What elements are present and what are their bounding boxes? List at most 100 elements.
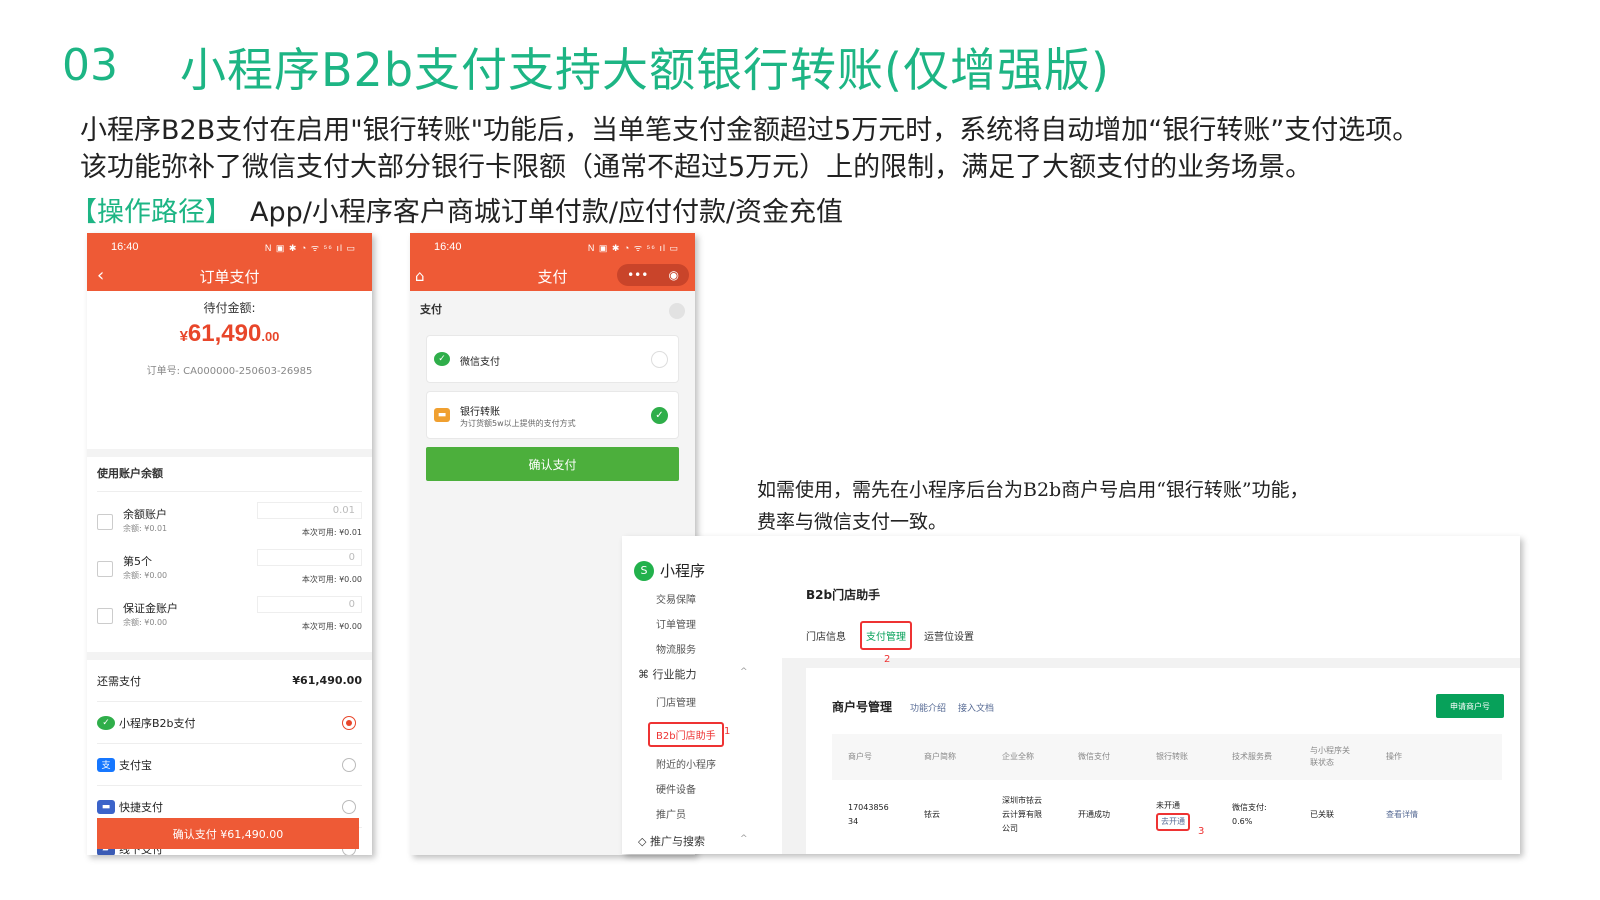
wechat-pay-status: 开通成功 — [1078, 810, 1110, 819]
sidebar-group-promotion[interactable]: ◇ 推广与搜索 — [638, 833, 705, 849]
account-available: 本次可用: ¥0.01 — [301, 528, 362, 537]
table-header: 商户号 商户简称 企业全称 微信支付 银行转账 技术服务费 与小程序关联状态 操… — [832, 734, 1502, 780]
phone1-header: 16:40 N ▣ ✱ ◔ ᯤ ⁵⁶ ıl ▭ ‹ 订单支付 — [87, 233, 372, 291]
column-header: 操作 — [1386, 752, 1402, 761]
operation-path-label: 【操作路径】 — [70, 197, 232, 228]
admin-logo-text: 小程序 — [660, 562, 706, 580]
account-checkbox[interactable] — [97, 514, 113, 530]
nav-bar: ⌂ 支付 ••• ◉ — [410, 261, 695, 291]
account-name: 余额账户 — [123, 508, 167, 521]
sidebar-group-industry[interactable]: ⌘ 行业能力 — [638, 666, 697, 682]
remaining-label: 还需支付 — [97, 674, 141, 688]
tab-payment-management[interactable]: 支付管理 — [860, 621, 912, 650]
usage-note-line-1: 如需使用，需先在小程序后台为B2b商户号启用“银行转账”功能， — [757, 479, 1309, 501]
account-amount-input[interactable]: 0 — [257, 596, 362, 613]
column-header: 微信支付 — [1078, 752, 1110, 761]
bank-transfer-status: 未开通 — [1156, 801, 1180, 810]
sheet-title: 支付 — [420, 303, 442, 316]
method-radio[interactable] — [342, 800, 356, 814]
payment-method-b2b[interactable]: ✓ 小程序B2b支付 — [97, 702, 362, 744]
operation-path: 【操作路径】 App/小程序客户商城订单付款/应付付款/资金充值 — [70, 190, 843, 229]
status-time: 16:40 — [111, 241, 139, 253]
payment-sheet: 支付 ✓ 微信支付 ▬ 银行转账 为订货额5w以上提供的支付方式 ✓ 确认支付 — [410, 291, 695, 491]
table-row: 17043856 34 铱云 深圳市铱云云计算有限公司 开通成功 未开通 去开通… — [832, 780, 1502, 850]
option-radio[interactable] — [651, 351, 668, 368]
column-header: 与小程序关联状态 — [1310, 746, 1350, 767]
admin-header: B2b门店助手 门店信息 支付管理 2 运营位设置 — [782, 536, 1520, 665]
account-amount-input[interactable]: 0.01 — [257, 502, 362, 519]
sidebar-item-nearby[interactable]: 附近的小程序 — [656, 756, 716, 771]
column-header: 技术服务费 — [1232, 752, 1272, 761]
sidebar-item-store-management[interactable]: 门店管理 — [656, 694, 696, 709]
view-details-link[interactable]: 查看详情 — [1386, 780, 1418, 850]
sidebar-item-orders[interactable]: 订单管理 — [656, 616, 696, 631]
account-balance: 余额: ¥0.00 — [123, 618, 168, 627]
capsule-menu: ••• ◉ — [617, 264, 689, 286]
status-bar: 16:40 N ▣ ✱ ◔ ᯤ ⁵⁶ ıl ▭ — [410, 233, 695, 261]
column-header: 银行转账 — [1156, 752, 1188, 761]
sidebar-item-trade-guarantee[interactable]: 交易保障 — [656, 591, 696, 606]
sidebar-item-logistics[interactable]: 物流服务 — [656, 641, 696, 656]
admin-logo: S 小程序 — [634, 560, 705, 581]
amount-decimal: .00 — [261, 329, 280, 344]
bank-card-icon: ▬ — [434, 408, 450, 422]
tab-store-info[interactable]: 门店信息 — [806, 628, 846, 643]
amount-integer: 61,490 — [187, 320, 262, 347]
option-wechat-pay[interactable]: ✓ 微信支付 — [426, 335, 679, 383]
check-icon[interactable]: ✓ — [651, 407, 668, 424]
enable-bank-transfer-link[interactable]: 去开通 — [1156, 813, 1190, 831]
account-available: 本次可用: ¥0.00 — [301, 622, 362, 631]
chevron-up-icon[interactable]: ^ — [740, 834, 748, 844]
account-balance: 余额: ¥0.00 — [123, 571, 168, 580]
integration-doc-link[interactable]: 接入文档 — [958, 701, 994, 714]
confirm-pay-button[interactable]: 确认支付 ¥61,490.00 — [97, 818, 359, 849]
amount-currency: ¥ — [179, 328, 188, 345]
sheet-close-icon[interactable] — [669, 303, 685, 319]
sidebar-item-promoter[interactable]: 推广员 — [656, 806, 686, 821]
slide-title: 小程序B2b支付支持大额银行转账(仅增强版) — [180, 43, 1110, 97]
account-amount-input[interactable]: 0 — [257, 549, 362, 566]
admin-main: B2b门店助手 门店信息 支付管理 2 运营位设置 商户号管理 功能介绍 接入文… — [782, 536, 1520, 854]
phone2-header: 16:40 N ▣ ✱ ◔ ᯤ ⁵⁶ ıl ▭ ⌂ 支付 ••• ◉ — [410, 233, 695, 291]
home-icon[interactable]: ⌂ — [415, 267, 425, 285]
feature-intro-link[interactable]: 功能介绍 — [910, 701, 946, 714]
card-icon: ▬ — [97, 799, 115, 814]
page-title: 订单支付 — [199, 267, 260, 286]
option-label: 银行转账 — [460, 407, 500, 418]
confirm-pay-button[interactable]: 确认支付 — [426, 447, 679, 481]
method-radio[interactable] — [342, 758, 356, 772]
account-checkbox[interactable] — [97, 561, 113, 577]
method-radio-selected[interactable] — [342, 716, 356, 730]
merchant-number: 17043856 34 — [848, 803, 889, 826]
balance-title: 使用账户余额 — [97, 465, 362, 492]
tab-operation-settings[interactable]: 运营位设置 — [924, 628, 974, 643]
amount-label: 待付金额: — [203, 301, 256, 315]
mini-program-logo-icon: S — [634, 560, 654, 581]
apply-merchant-button[interactable]: 申请商户号 — [1436, 694, 1504, 718]
alipay-icon: 支 — [97, 757, 115, 772]
option-bank-transfer[interactable]: ▬ 银行转账 为订货额5w以上提供的支付方式 ✓ — [426, 391, 679, 439]
description: 小程序B2B支付在启用"银行转账"功能后，当单笔支付金额超过5万元时，系统将自动… — [80, 112, 1419, 186]
more-icon[interactable]: ••• — [627, 268, 648, 282]
sidebar-item-b2b-assistant[interactable]: B2b门店助手 — [648, 722, 724, 747]
account-row: 第5个 余额: ¥0.00 0 本次可用: ¥0.00 — [97, 539, 362, 586]
description-line-2: 该功能弥补了微信支付大部分银行卡限额（通常不超过5万元）上的限制，满足了大额支付… — [80, 152, 1313, 183]
service-fee: 微信支付: 0.6% — [1232, 803, 1267, 826]
bank-transfer-cell: 未开通 去开通 — [1156, 780, 1190, 850]
amount-card: 待付金额: ¥61,490.00 订单号: CA000000-250603-26… — [87, 291, 372, 449]
page-title: 支付 — [537, 267, 568, 286]
panel-title: 商户号管理 — [832, 700, 893, 714]
account-row: 保证金账户 余额: ¥0.00 0 本次可用: ¥0.00 — [97, 586, 362, 633]
account-checkbox[interactable] — [97, 608, 113, 624]
account-row: 余额账户 余额: ¥0.01 0.01 本次可用: ¥0.01 — [97, 492, 362, 539]
column-header: 商户号 — [848, 752, 872, 761]
back-icon[interactable]: ‹ — [97, 265, 104, 286]
balance-card: 使用账户余额 余额账户 余额: ¥0.01 0.01 本次可用: ¥0.01 第… — [87, 457, 372, 652]
sidebar-item-hardware[interactable]: 硬件设备 — [656, 781, 696, 796]
option-label: 微信支付 — [460, 357, 500, 368]
chevron-up-icon[interactable]: ^ — [740, 667, 748, 677]
payment-method-alipay[interactable]: 支 支付宝 — [97, 744, 362, 786]
close-mini-program-icon[interactable]: ◉ — [668, 268, 678, 282]
slide-number: 03 — [62, 40, 118, 91]
nav-bar: ‹ 订单支付 — [87, 261, 372, 291]
